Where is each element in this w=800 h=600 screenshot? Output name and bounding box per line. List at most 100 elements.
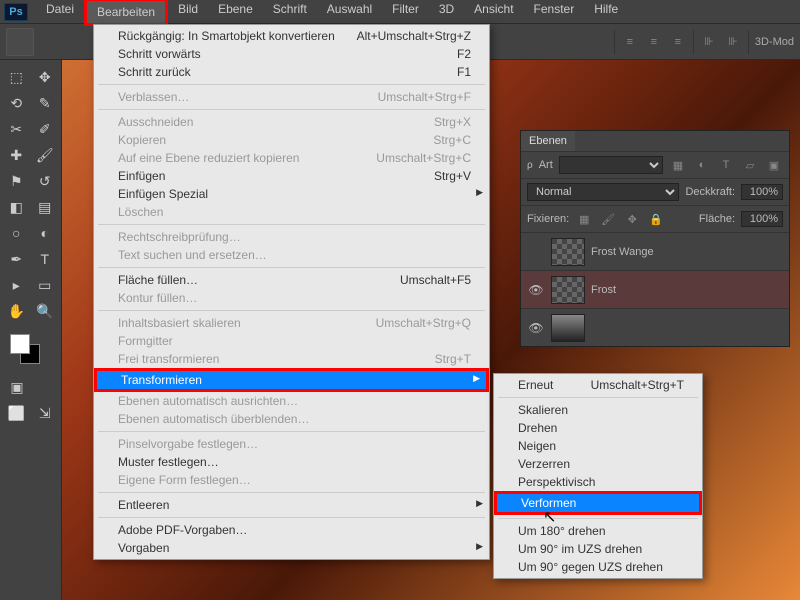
- menu-item-muster-festlegen[interactable]: Muster festlegen…: [94, 453, 489, 471]
- menu-ansicht[interactable]: Ansicht: [464, 0, 523, 26]
- color-swatches[interactable]: [2, 332, 59, 368]
- submenu-item-um-90-im-uzs-drehen[interactable]: Um 90° im UZS drehen: [494, 540, 702, 558]
- submenu-item-skalieren[interactable]: Skalieren: [494, 401, 702, 419]
- menu-hilfe[interactable]: Hilfe: [584, 0, 628, 26]
- distribute-icon[interactable]: ⊪: [700, 33, 718, 51]
- layer-thumbnail[interactable]: [551, 276, 585, 304]
- visibility-eye-icon[interactable]: 👁: [527, 321, 545, 335]
- menu-item-einf-gen-spezial[interactable]: Einfügen Spezial▶: [94, 185, 489, 203]
- submenu-item-verzerren[interactable]: Verzerren: [494, 455, 702, 473]
- lasso-tool-icon[interactable]: ⟲: [3, 91, 30, 115]
- menu-item-ebenen-automatisch-berblenden: Ebenen automatisch überblenden…: [94, 410, 489, 428]
- menu-item-adobe-pdf-vorgaben[interactable]: Adobe PDF-Vorgaben…: [94, 521, 489, 539]
- submenu-item-drehen[interactable]: Drehen: [494, 419, 702, 437]
- quick-select-tool-icon[interactable]: ✎: [32, 91, 59, 115]
- menu-ebene[interactable]: Ebene: [208, 0, 263, 26]
- layer-row[interactable]: 👁 Frost: [521, 270, 789, 308]
- submenu-item-erneut[interactable]: ErneutUmschalt+Strg+T: [494, 376, 702, 394]
- path-select-tool-icon[interactable]: ▸: [3, 273, 30, 297]
- menu-item-r-ckg-ngig-in-smartobjekt-konvertieren[interactable]: Rückgängig: In Smartobjekt konvertierenA…: [94, 27, 489, 45]
- pen-tool-icon[interactable]: ✒: [3, 247, 30, 271]
- menu-item-transformieren[interactable]: Transformieren▶: [94, 368, 489, 392]
- menu-item-text-suchen-und-ersetzen: Text suchen und ersetzen…: [94, 246, 489, 264]
- blur-tool-icon[interactable]: ○: [3, 221, 30, 245]
- menu-item-label: Text suchen und ersetzen…: [118, 248, 267, 262]
- move-tool-icon[interactable]: ✥: [32, 65, 59, 89]
- separator: [693, 30, 694, 54]
- brush-tool-icon[interactable]: 🖌: [32, 143, 59, 167]
- lock-position-icon[interactable]: ✥: [623, 210, 641, 228]
- dodge-tool-icon[interactable]: ◐: [32, 221, 59, 245]
- layer-thumbnail[interactable]: [551, 314, 585, 342]
- screenmode-icon[interactable]: ⬜: [3, 401, 30, 425]
- menu-fenster[interactable]: Fenster: [524, 0, 585, 26]
- align-icon[interactable]: ≡: [669, 33, 687, 51]
- eraser-tool-icon[interactable]: ◧: [3, 195, 30, 219]
- submenu-item-um-90-gegen-uzs-drehen[interactable]: Um 90° gegen UZS drehen: [494, 558, 702, 576]
- submenu-item-neigen[interactable]: Neigen: [494, 437, 702, 455]
- menu-item-rechtschreibpr-fung: Rechtschreibprüfung…: [94, 228, 489, 246]
- tools-panel: ⬚✥ ⟲✎ ✂✐ ✚🖌 ⚑↺ ◧▤ ○◐ ✒T ▸▭ ✋🔍 ▣ ⬜⇲: [0, 60, 62, 600]
- layer-row[interactable]: Frost Wange: [521, 232, 789, 270]
- move-tool-preset-icon[interactable]: [6, 28, 34, 56]
- menu-filter[interactable]: Filter: [382, 0, 429, 26]
- submenu-item-verformen[interactable]: Verformen: [494, 491, 702, 515]
- foreground-color-swatch[interactable]: [10, 334, 30, 354]
- lock-all-icon[interactable]: 🔒: [647, 210, 665, 228]
- healing-brush-tool-icon[interactable]: ✚: [3, 143, 30, 167]
- lock-transparent-icon[interactable]: ▦: [575, 210, 593, 228]
- type-tool-icon[interactable]: T: [32, 247, 59, 271]
- lock-paint-icon[interactable]: 🖌: [599, 210, 617, 228]
- layer-thumbnail[interactable]: [551, 238, 585, 266]
- gradient-tool-icon[interactable]: ▤: [32, 195, 59, 219]
- layers-tab[interactable]: Ebenen: [521, 131, 575, 151]
- menu-item-label: Skalieren: [518, 403, 568, 417]
- menubar: Ps DateiBearbeitenBildEbeneSchriftAuswah…: [0, 0, 800, 24]
- menu-3d[interactable]: 3D: [429, 0, 464, 26]
- filter-smart-icon[interactable]: ▣: [765, 156, 783, 174]
- menu-item-einf-gen[interactable]: EinfügenStrg+V: [94, 167, 489, 185]
- history-brush-tool-icon[interactable]: ↺: [32, 169, 59, 193]
- menu-schrift[interactable]: Schrift: [263, 0, 317, 26]
- opacity-value[interactable]: 100%: [741, 184, 783, 200]
- menu-item-schritt-zur-ck[interactable]: Schritt zurückF1: [94, 63, 489, 81]
- menu-item-vorgaben[interactable]: Vorgaben▶: [94, 539, 489, 557]
- marquee-tool-icon[interactable]: ⬚: [3, 65, 30, 89]
- menu-datei[interactable]: Datei: [36, 0, 84, 26]
- filter-pixel-icon[interactable]: ▦: [669, 156, 687, 174]
- align-icon[interactable]: ≡: [645, 33, 663, 51]
- crop-tool-icon[interactable]: ✂: [3, 117, 30, 141]
- filter-type-icon[interactable]: T: [717, 156, 735, 174]
- layer-name-label[interactable]: Frost: [591, 284, 616, 296]
- fill-value[interactable]: 100%: [741, 211, 783, 227]
- filter-adjust-icon[interactable]: ◐: [693, 156, 711, 174]
- expand-icon[interactable]: ⇲: [32, 401, 59, 425]
- menu-item-schritt-vorw-rts[interactable]: Schritt vorwärtsF2: [94, 45, 489, 63]
- menu-bild[interactable]: Bild: [168, 0, 208, 26]
- eyedropper-tool-icon[interactable]: ✐: [32, 117, 59, 141]
- filter-kind-select[interactable]: [559, 156, 663, 174]
- menu-item-label: Fläche füllen…: [118, 273, 198, 287]
- quickmask-icon[interactable]: ▣: [3, 375, 31, 399]
- submenu-item-um-180-drehen[interactable]: Um 180° drehen: [494, 522, 702, 540]
- hand-tool-icon[interactable]: ✋: [3, 299, 30, 323]
- blend-mode-select[interactable]: Normal: [527, 183, 679, 201]
- menu-item-entleeren[interactable]: Entleeren▶: [94, 496, 489, 514]
- zoom-tool-icon[interactable]: 🔍: [32, 299, 59, 323]
- menu-item-auf-eine-ebene-reduziert-kopieren: Auf eine Ebene reduziert kopierenUmschal…: [94, 149, 489, 167]
- layer-name-label[interactable]: Frost Wange: [591, 246, 654, 258]
- menu-bearbeiten[interactable]: Bearbeiten: [84, 0, 168, 26]
- align-icon[interactable]: ≡: [621, 33, 639, 51]
- menu-item-fl-che-f-llen[interactable]: Fläche füllen…Umschalt+F5: [94, 271, 489, 289]
- distribute-icon[interactable]: ⊪: [724, 33, 742, 51]
- clone-stamp-tool-icon[interactable]: ⚑: [3, 169, 30, 193]
- layer-row[interactable]: 👁: [521, 308, 789, 346]
- filter-shape-icon[interactable]: ▱: [741, 156, 759, 174]
- shape-tool-icon[interactable]: ▭: [32, 273, 59, 297]
- menu-auswahl[interactable]: Auswahl: [317, 0, 382, 26]
- menu-separator: [98, 224, 485, 225]
- submenu-item-perspektivisch[interactable]: Perspektivisch: [494, 473, 702, 491]
- menu-item-label: Kontur füllen…: [118, 291, 197, 305]
- visibility-eye-icon[interactable]: 👁: [527, 283, 545, 297]
- menu-separator: [498, 518, 698, 519]
